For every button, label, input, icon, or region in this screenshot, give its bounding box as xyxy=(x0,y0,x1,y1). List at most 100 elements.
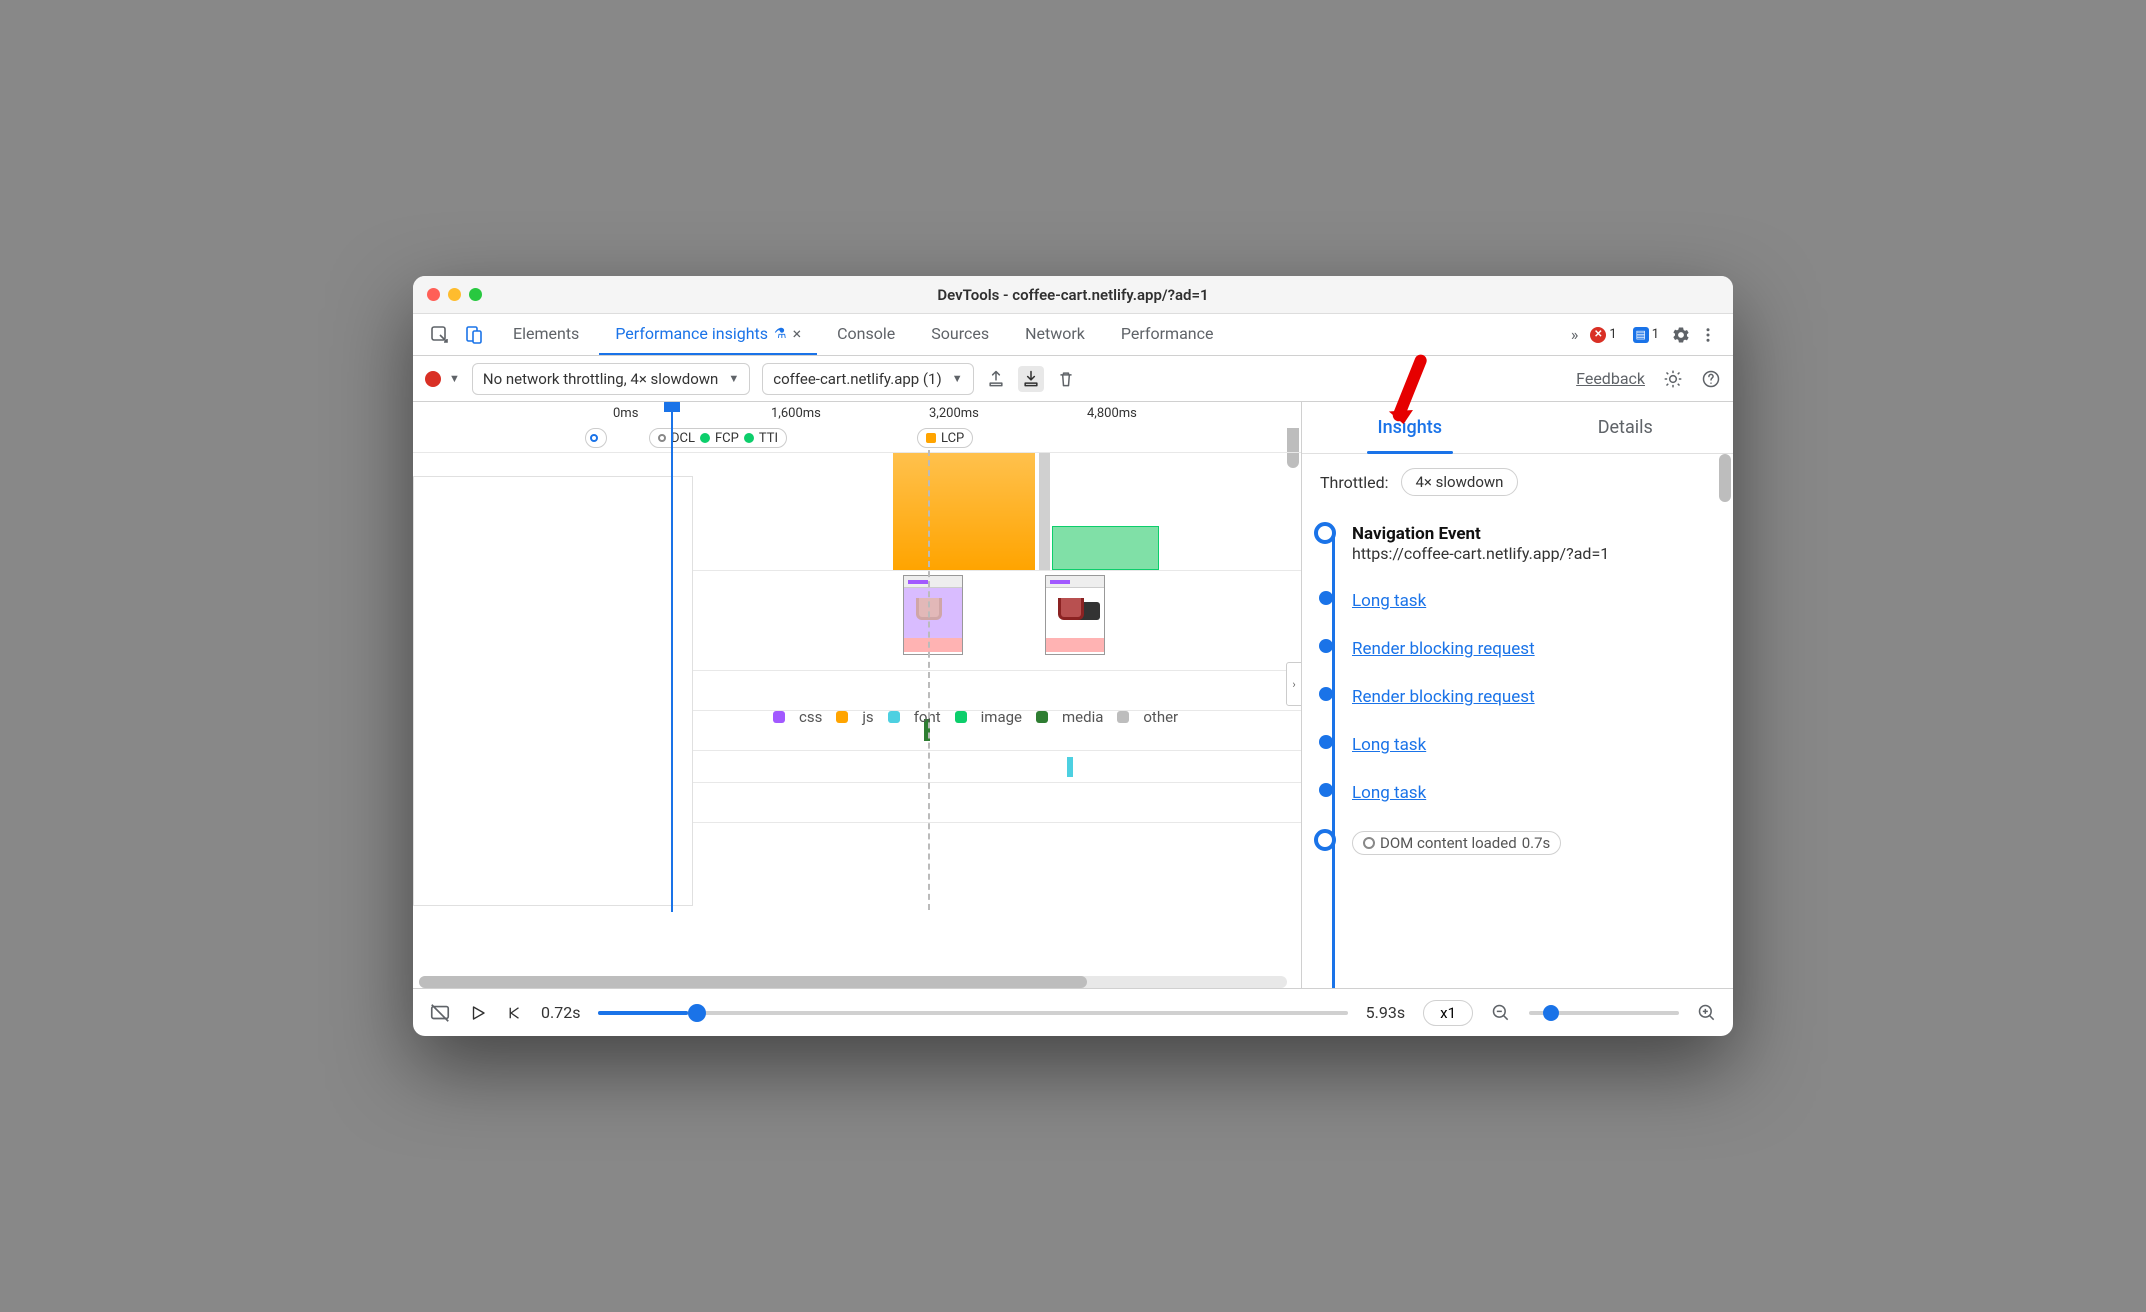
settings-icon[interactable] xyxy=(1671,325,1691,345)
error-icon: ✕ xyxy=(1590,327,1606,343)
import-icon[interactable] xyxy=(1018,366,1044,392)
marker-label: LCP xyxy=(941,431,964,446)
speed-pill[interactable]: x1 xyxy=(1423,1000,1473,1026)
insight-link[interactable]: Long task xyxy=(1352,591,1426,611)
feedback-link[interactable]: Feedback xyxy=(1576,369,1645,388)
ruler-tick: 3,200ms xyxy=(929,406,979,421)
kebab-menu-icon[interactable] xyxy=(1699,326,1717,344)
timeline-mark[interactable] xyxy=(1067,757,1073,777)
delete-icon[interactable] xyxy=(1056,369,1076,389)
messages-badge[interactable]: ▤ 1 xyxy=(1629,326,1663,344)
inspect-element-icon[interactable] xyxy=(423,314,457,355)
marker-label: TTI xyxy=(759,431,778,446)
tab-sources[interactable]: Sources xyxy=(915,314,1005,355)
marker-square xyxy=(926,433,936,443)
horizontal-scrollbar[interactable] xyxy=(419,976,1287,988)
timeline-node xyxy=(1314,522,1336,544)
record-button[interactable] xyxy=(425,371,441,387)
tab-network[interactable]: Network xyxy=(1009,314,1101,355)
tab-details[interactable]: Details xyxy=(1518,402,1734,453)
screenshot-thumbnail[interactable] xyxy=(1045,575,1105,655)
timeline-block[interactable] xyxy=(1039,453,1050,570)
export-icon[interactable] xyxy=(986,369,1006,389)
help-icon[interactable] xyxy=(1701,369,1721,389)
insight-navigation-event[interactable]: Navigation Event https://coffee-cart.net… xyxy=(1324,518,1715,569)
close-tab-icon[interactable]: × xyxy=(793,324,802,343)
more-tabs-icon[interactable]: » xyxy=(1571,325,1579,344)
time-ruler[interactable]: 0ms 1,600ms 3,200ms 4,800ms xyxy=(413,402,1301,428)
insight-item[interactable]: Long task xyxy=(1324,585,1715,617)
insight-link[interactable]: Render blocking request xyxy=(1352,639,1535,659)
current-time: 0.72s xyxy=(541,1003,580,1022)
throttled-pill[interactable]: 4× slowdown xyxy=(1401,468,1519,496)
errors-badge[interactable]: ✕ 1 xyxy=(1586,326,1620,344)
record-options-icon[interactable]: ▼ xyxy=(449,372,460,385)
marker-pill-dcl-fcp-tti[interactable]: DCL FCP TTI xyxy=(649,428,787,448)
legend-label: image xyxy=(981,708,1022,726)
maximize-window-button[interactable] xyxy=(469,288,482,301)
insight-item[interactable]: Long task xyxy=(1324,777,1715,809)
tab-label: Performance insights xyxy=(615,324,768,343)
tab-label: Console xyxy=(837,324,895,343)
marker-pill[interactable] xyxy=(585,428,607,448)
skip-start-icon[interactable] xyxy=(505,1004,523,1022)
recording-dropdown[interactable]: coffee-cart.netlify.app (1) ▼ xyxy=(762,363,973,395)
tab-performance[interactable]: Performance xyxy=(1105,314,1230,355)
playback-slider[interactable] xyxy=(598,1011,1347,1015)
insight-item[interactable]: Render blocking request xyxy=(1324,633,1715,665)
insight-link[interactable]: Long task xyxy=(1352,783,1426,803)
marker-pill-lcp[interactable]: LCP xyxy=(917,428,973,448)
insight-pill[interactable]: DOM content loaded 0.7s xyxy=(1352,831,1561,855)
throttling-dropdown[interactable]: No network throttling, 4× slowdown ▼ xyxy=(472,363,750,395)
insight-item[interactable]: Long task xyxy=(1324,729,1715,761)
marker-dot xyxy=(700,433,710,443)
tab-console[interactable]: Console xyxy=(821,314,911,355)
timeline-node xyxy=(1314,829,1336,851)
minimize-window-button[interactable] xyxy=(448,288,461,301)
traffic-lights xyxy=(427,288,482,301)
legend-swatch xyxy=(1117,711,1129,723)
sidebar-scrollbar[interactable] xyxy=(1719,454,1731,502)
legend-swatch xyxy=(836,711,848,723)
screenshot-thumbnail[interactable] xyxy=(903,575,963,655)
main-tabsbar: Elements Performance insights ⚗ × Consol… xyxy=(413,314,1733,356)
marker-dot xyxy=(590,434,598,442)
titlebar: DevTools - coffee-cart.netlify.app/?ad=1 xyxy=(413,276,1733,314)
window-title: DevTools - coffee-cart.netlify.app/?ad=1 xyxy=(413,286,1733,304)
insight-dcl[interactable]: DOM content loaded 0.7s xyxy=(1324,825,1715,861)
insight-link[interactable]: Long task xyxy=(1352,735,1426,755)
insights-list: Navigation Event https://coffee-cart.net… xyxy=(1302,510,1733,988)
panel-settings-icon[interactable] xyxy=(1663,369,1683,389)
timeline-node xyxy=(1319,639,1333,653)
playhead[interactable] xyxy=(671,402,673,912)
replay-disabled-icon[interactable] xyxy=(429,1002,451,1024)
device-toolbar-icon[interactable] xyxy=(457,314,491,355)
tab-performance-insights[interactable]: Performance insights ⚗ × xyxy=(599,314,817,355)
insight-item[interactable]: Render blocking request xyxy=(1324,681,1715,713)
timeline-area[interactable]: 0ms 1,600ms 3,200ms 4,800ms DCL FCP TTI … xyxy=(413,402,1301,988)
timeline-block[interactable] xyxy=(1052,526,1159,570)
slider-knob[interactable] xyxy=(688,1004,706,1022)
zoom-out-icon[interactable] xyxy=(1491,1003,1511,1023)
timeline-block[interactable] xyxy=(893,453,1035,570)
main-area: 0ms 1,600ms 3,200ms 4,800ms DCL FCP TTI … xyxy=(413,402,1733,988)
circle-icon xyxy=(1363,837,1375,849)
timeline-node xyxy=(1319,735,1333,749)
zoom-knob[interactable] xyxy=(1543,1005,1559,1021)
scrollbar-thumb[interactable] xyxy=(419,976,1087,988)
insight-title: Navigation Event xyxy=(1352,524,1715,544)
legend-label: other xyxy=(1143,708,1178,726)
legend-swatch xyxy=(773,711,785,723)
close-window-button[interactable] xyxy=(427,288,440,301)
tab-elements[interactable]: Elements xyxy=(497,314,595,355)
legend-label: js xyxy=(862,708,873,726)
legend-swatch xyxy=(1036,711,1048,723)
flask-icon: ⚗ xyxy=(774,326,787,342)
play-icon[interactable] xyxy=(469,1004,487,1022)
message-icon: ▤ xyxy=(1633,327,1649,343)
ruler-tick: 0ms xyxy=(613,406,638,421)
insight-link[interactable]: Render blocking request xyxy=(1352,687,1535,707)
sidebar-toggle-icon[interactable]: › xyxy=(1286,662,1301,706)
zoom-in-icon[interactable] xyxy=(1697,1003,1717,1023)
zoom-slider[interactable] xyxy=(1529,1011,1679,1015)
